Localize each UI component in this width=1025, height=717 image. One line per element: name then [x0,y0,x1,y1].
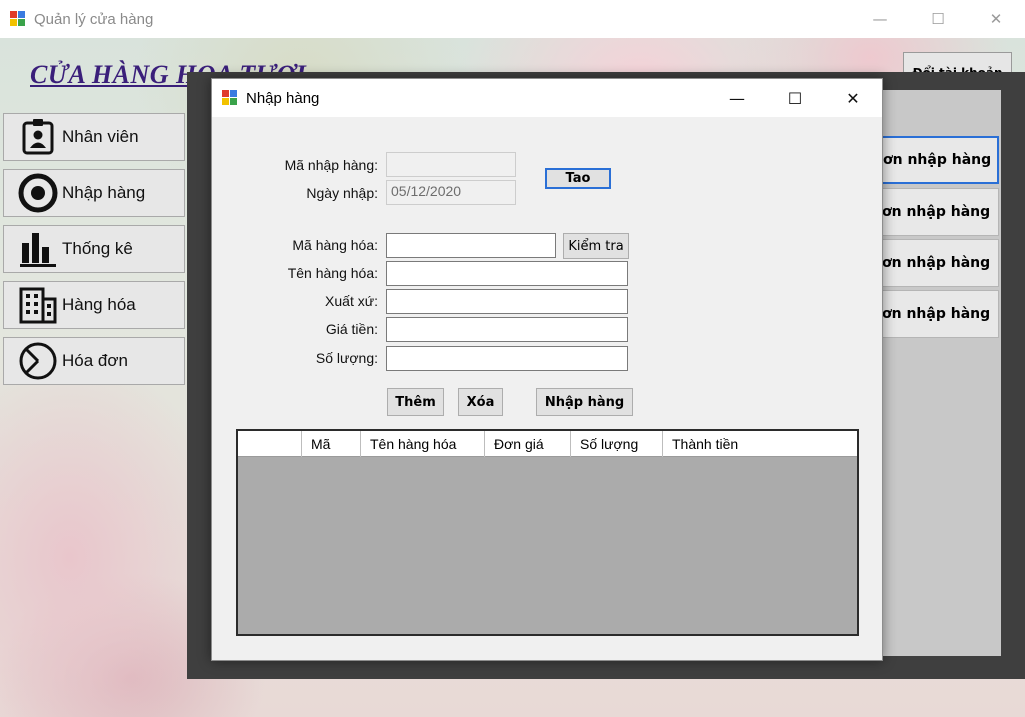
import-id-label: Mã nhập hàng: [284,157,378,173]
import-dialog: Nhập hàng — ☐ ✕ Mã nhập hàng: Ngày nhập:… [211,78,883,661]
create-button[interactable]: Tao [545,168,611,189]
check-button[interactable]: Kiểm tra [563,233,629,259]
app-icon [222,90,238,106]
grid-col-total[interactable]: Thành tiền [663,431,857,457]
quantity-label: Số lượng: [315,350,378,366]
product-code-input[interactable] [386,233,556,258]
sidebar-item-label: Nhân viên [62,127,139,146]
import-date-label: Ngày nhập: [306,185,378,201]
price-label: Giá tiền: [325,321,378,337]
maximize-button[interactable]: ☐ [909,0,967,38]
quantity-input[interactable] [386,346,628,371]
import-id-field[interactable] [386,152,516,177]
import-items-grid[interactable]: Mã Tên hàng hóa Đơn giá Số lượng Thành t… [236,429,859,636]
sidebar-item-employees[interactable]: Nhân viên [3,113,185,161]
grid-col-quantity[interactable]: Số lượng [571,431,663,457]
origin-label: Xuất xứ: [325,293,378,309]
close-button[interactable]: ✕ [967,0,1025,38]
pie-chart-icon [18,341,58,381]
window-title: Quản lý cửa hàng [34,10,154,28]
sidebar-item-invoices[interactable]: Hóa đơn [3,337,185,385]
grid-col-row-selector[interactable] [238,431,302,457]
grid-col-code[interactable]: Mã [302,431,361,457]
grid-col-product-name[interactable]: Tên hàng hóa [361,431,485,457]
minimize-button[interactable]: — [851,0,909,38]
product-code-label: Mã hàng hóa: [292,237,378,253]
sidebar-item-label: Hóa đơn [62,351,128,370]
sidebar-item-label: Nhập hàng [62,183,146,202]
origin-input[interactable] [386,289,628,314]
dialog-title: Nhập hàng [246,89,320,107]
target-icon [18,173,58,213]
sidebar-item-products[interactable]: Hàng hóa [3,281,185,329]
main-titlebar: Quản lý cửa hàng — ☐ ✕ [0,0,1025,38]
import-date-field[interactable]: 05/12/2020 [386,180,516,205]
grid-col-unit-price[interactable]: Đơn giá [485,431,571,457]
sidebar-item-label: Thống kê [62,239,133,258]
employee-badge-icon [18,117,58,157]
bar-chart-icon [18,229,58,269]
dialog-minimize-button[interactable]: — [708,79,766,117]
dialog-titlebar: Nhập hàng — ☐ ✕ [212,79,882,117]
delete-button[interactable]: Xóa [458,388,503,416]
dialog-close-button[interactable]: ✕ [824,79,882,117]
product-name-input[interactable] [386,261,628,286]
add-button[interactable]: Thêm [387,388,444,416]
app-icon [10,11,26,27]
product-name-label: Tên hàng hóa: [287,265,378,281]
building-icon [18,285,58,325]
dialog-maximize-button[interactable]: ☐ [766,79,824,117]
sidebar-item-statistics[interactable]: Thống kê [3,225,185,273]
import-goods-button[interactable]: Nhập hàng [536,388,633,416]
sidebar-item-import[interactable]: Nhập hàng [3,169,185,217]
price-input[interactable] [386,317,628,342]
sidebar-item-label: Hàng hóa [62,295,136,314]
grid-header: Mã Tên hàng hóa Đơn giá Số lượng Thành t… [238,431,857,457]
